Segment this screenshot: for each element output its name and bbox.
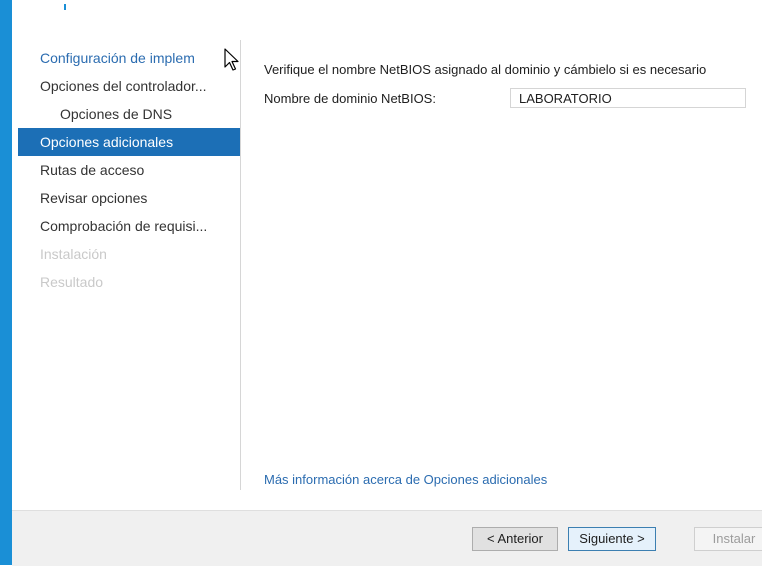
wizard-sidebar: Configuración de implem Opciones del con… — [18, 44, 240, 296]
nav-item-revisar-opciones[interactable]: Revisar opciones — [18, 184, 240, 212]
wizard-footer: < Anterior Siguiente > Instalar — [12, 510, 762, 566]
netbios-label: Nombre de dominio NetBIOS: — [264, 91, 436, 106]
netbios-name-input[interactable] — [510, 88, 746, 108]
back-button[interactable]: < Anterior — [472, 527, 558, 551]
nav-item-rutas-acceso[interactable]: Rutas de acceso — [18, 156, 240, 184]
nav-item-opciones-dns[interactable]: Opciones de DNS — [18, 100, 240, 128]
nav-item-instalacion: Instalación — [40, 246, 107, 262]
nav-item-opciones-controlador[interactable]: Opciones del controlador... — [18, 72, 240, 100]
top-accent-tick — [64, 4, 66, 10]
netbios-row: Nombre de dominio NetBIOS: — [264, 88, 754, 112]
page-description: Verifique el nombre NetBIOS asignado al … — [264, 62, 707, 77]
sidebar-divider — [240, 40, 241, 490]
next-button[interactable]: Siguiente > — [568, 527, 656, 551]
window-accent-bar — [0, 0, 12, 565]
nav-item-configuracion[interactable]: Configuración de implem — [18, 44, 240, 72]
main-content: Verifique el nombre NetBIOS asignado al … — [264, 60, 754, 112]
mouse-pointer-icon — [224, 48, 239, 71]
help-link[interactable]: Más información acerca de Opciones adici… — [264, 472, 547, 487]
nav-item-resultado: Resultado — [40, 274, 104, 290]
nav-item-comprobacion-requisitos[interactable]: Comprobación de requisi... — [18, 212, 240, 240]
nav-item-opciones-adicionales[interactable]: Opciones adicionales — [18, 128, 240, 156]
install-button: Instalar — [694, 527, 762, 551]
